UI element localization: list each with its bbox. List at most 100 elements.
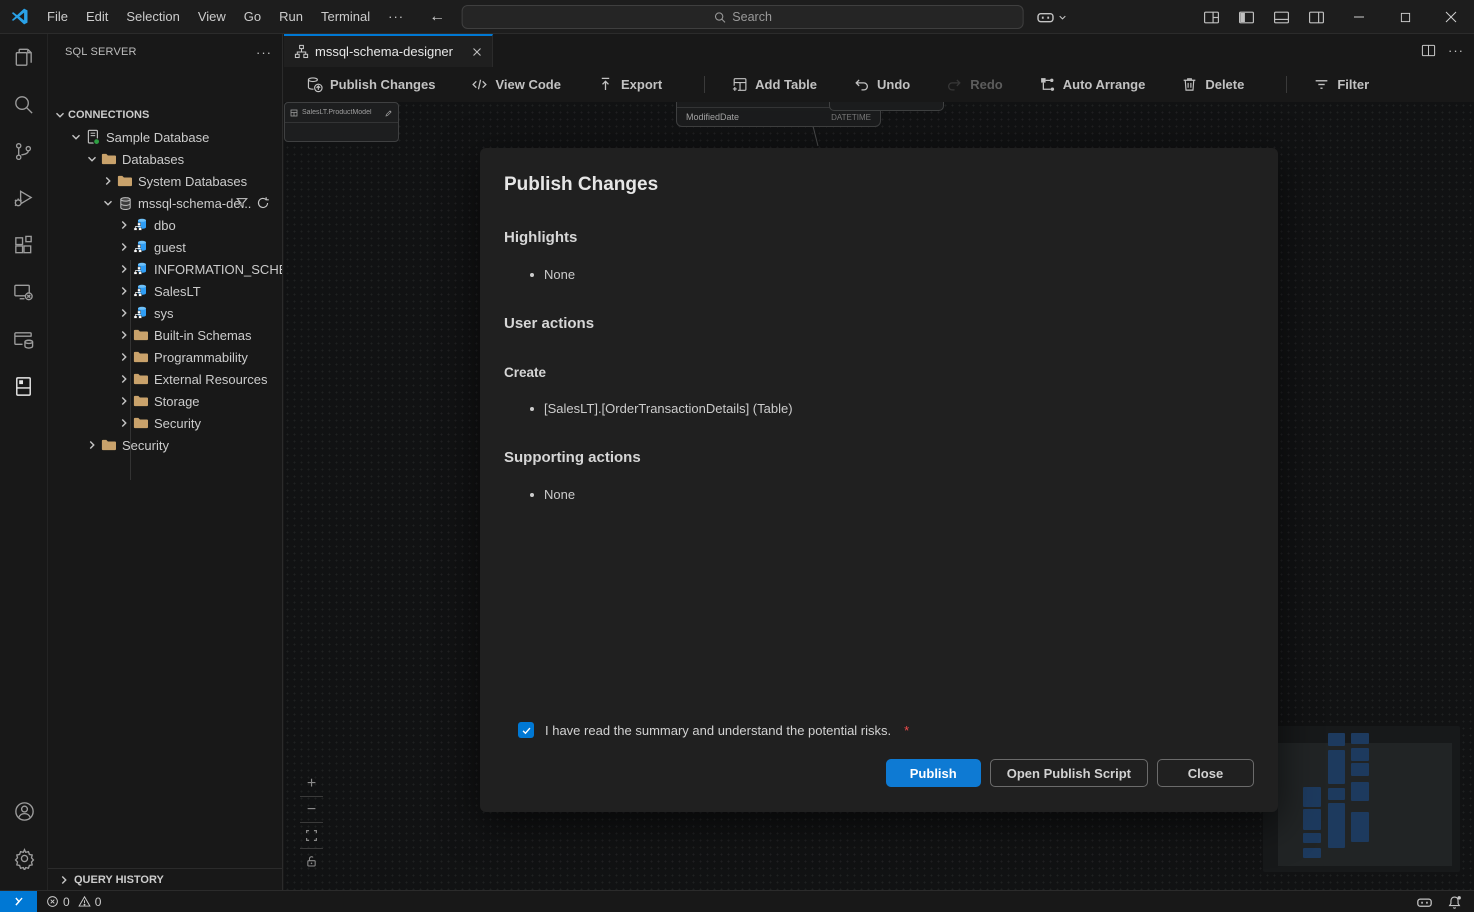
menu-run[interactable]: Run xyxy=(270,0,312,34)
filter-button[interactable]: Filter xyxy=(1313,76,1391,93)
tree-item-programmability[interactable]: Programmability xyxy=(48,346,282,368)
chevron-down-icon xyxy=(52,107,68,123)
filter-tree-icon[interactable] xyxy=(235,196,249,210)
chevron-right-icon xyxy=(116,371,132,387)
chevron-right-icon xyxy=(56,873,72,887)
tree-item-databases[interactable]: Databases xyxy=(48,148,282,170)
copilot-status-icon[interactable] xyxy=(1416,894,1433,911)
tree-item-built-in-schemas[interactable]: Built-in Schemas xyxy=(48,324,282,346)
command-center-search[interactable]: Search xyxy=(462,5,1024,29)
tree-item-system-databases[interactable]: System Databases xyxy=(48,170,282,192)
title-bar: File Edit Selection View Go Run Terminal… xyxy=(0,0,1474,34)
add-table-button[interactable]: Add Table xyxy=(731,76,839,93)
list-item: None xyxy=(530,487,1254,502)
sql-server-view-icon[interactable] xyxy=(0,363,48,410)
create-heading: Create xyxy=(504,365,1254,380)
delete-button[interactable]: Delete xyxy=(1181,76,1266,93)
accounts-icon[interactable] xyxy=(0,788,48,835)
menu-go[interactable]: Go xyxy=(235,0,270,34)
tree-item-mssql-schema-database[interactable]: mssql-schema-de... xyxy=(48,192,282,214)
lock-button[interactable] xyxy=(300,849,323,874)
remote-explorer-icon[interactable] xyxy=(0,269,48,316)
folder-icon xyxy=(132,327,150,343)
menu-more-icon[interactable]: ··· xyxy=(379,9,413,24)
split-editor-icon[interactable] xyxy=(1421,43,1436,58)
checkbox-label: I have read the summary and understand t… xyxy=(545,723,891,738)
notifications-bell-icon[interactable] xyxy=(1447,895,1462,910)
redo-button[interactable]: Redo xyxy=(946,76,1025,93)
edit-pencil-icon[interactable] xyxy=(385,109,393,117)
database-projects-icon[interactable] xyxy=(0,316,48,363)
sidebar-more-actions-icon[interactable]: ··· xyxy=(256,45,272,60)
search-icon xyxy=(713,11,726,24)
close-window-button[interactable] xyxy=(1428,0,1474,34)
auto-arrange-button[interactable]: Auto Arrange xyxy=(1039,76,1168,93)
toggle-primary-sidebar-icon[interactable] xyxy=(1234,5,1258,29)
menu-terminal[interactable]: Terminal xyxy=(312,0,379,34)
chevron-down-icon xyxy=(1058,13,1067,22)
fit-view-button[interactable] xyxy=(300,823,323,848)
tree-item-saleslt[interactable]: SalesLT xyxy=(48,280,282,302)
explorer-icon[interactable] xyxy=(0,34,48,81)
user-actions-heading: User actions xyxy=(504,315,1254,332)
zoom-in-button[interactable]: + xyxy=(300,771,323,796)
status-bar: 0 0 xyxy=(0,890,1474,912)
minimize-button[interactable] xyxy=(1336,0,1382,34)
publish-button[interactable]: Publish xyxy=(886,759,981,787)
copilot-menu[interactable] xyxy=(1036,0,1067,34)
toggle-panel-icon[interactable] xyxy=(1269,5,1293,29)
navigate-back-icon[interactable]: ← xyxy=(429,8,445,26)
close-tab-icon[interactable] xyxy=(470,45,484,59)
remote-indicator[interactable] xyxy=(0,891,37,912)
menu-edit[interactable]: Edit xyxy=(77,0,117,34)
tree-item-storage[interactable]: Storage xyxy=(48,390,282,412)
tree-item-security-outer[interactable]: Security xyxy=(48,434,282,456)
minimap[interactable] xyxy=(1263,726,1460,872)
toggle-secondary-sidebar-icon[interactable] xyxy=(1304,5,1328,29)
table-node-product-model[interactable]: SalesLT.ProductModel xyxy=(284,102,399,142)
problems-indicator[interactable]: 0 0 xyxy=(46,895,101,909)
tree-item-dbo[interactable]: dbo xyxy=(48,214,282,236)
refresh-icon[interactable] xyxy=(256,196,270,210)
toolbar-separator xyxy=(1286,76,1287,93)
menu-file[interactable]: File xyxy=(38,0,77,34)
export-button[interactable]: Export xyxy=(597,76,684,93)
close-dialog-button[interactable]: Close xyxy=(1157,759,1254,787)
redo-icon xyxy=(946,76,963,93)
tree-item-guest[interactable]: guest xyxy=(48,236,282,258)
tree-item-connections[interactable]: CONNECTIONS xyxy=(48,104,282,126)
settings-gear-icon[interactable] xyxy=(0,835,48,882)
menu-selection[interactable]: Selection xyxy=(117,0,188,34)
table-node-partial[interactable] xyxy=(829,102,944,111)
tree-item-external-resources[interactable]: External Resources xyxy=(48,368,282,390)
tree-item-sample-database[interactable]: Sample Database xyxy=(48,126,282,148)
menu-view[interactable]: View xyxy=(189,0,235,34)
activity-bar xyxy=(0,34,48,890)
trash-icon xyxy=(1181,76,1198,93)
search-view-icon[interactable] xyxy=(0,81,48,128)
tab-mssql-schema-designer[interactable]: mssql-schema-designer xyxy=(284,34,493,67)
zoom-out-button[interactable]: − xyxy=(300,797,323,822)
tree-item-sys[interactable]: sys xyxy=(48,302,282,324)
view-code-button[interactable]: View Code xyxy=(471,76,583,93)
tree-item-information-schema[interactable]: INFORMATION_SCHEMA xyxy=(48,258,282,280)
sql-server-sidebar: SQL SERVER ··· CONNECTIONS Sample Databa… xyxy=(48,34,283,890)
editor-more-actions-icon[interactable]: ··· xyxy=(1448,43,1464,58)
risk-acknowledgement-checkbox[interactable] xyxy=(518,722,534,738)
query-history-section[interactable]: QUERY HISTORY xyxy=(48,868,282,890)
customize-layout-icon[interactable] xyxy=(1199,5,1223,29)
maximize-button[interactable] xyxy=(1382,0,1428,34)
copilot-icon xyxy=(1036,8,1055,27)
publish-changes-button[interactable]: Publish Changes xyxy=(306,76,457,93)
extensions-icon[interactable] xyxy=(0,222,48,269)
source-control-icon[interactable] xyxy=(0,128,48,175)
folder-icon xyxy=(100,437,118,453)
error-icon xyxy=(46,895,59,908)
tree-item-security-inner[interactable]: Security xyxy=(48,412,282,434)
required-marker: * xyxy=(904,723,909,738)
table-icon xyxy=(290,109,298,117)
undo-button[interactable]: Undo xyxy=(853,76,932,93)
run-and-debug-icon[interactable] xyxy=(0,175,48,222)
open-publish-script-button[interactable]: Open Publish Script xyxy=(990,759,1148,787)
designer-toolbar: Publish Changes View Code Export Add Tab… xyxy=(284,67,1474,102)
